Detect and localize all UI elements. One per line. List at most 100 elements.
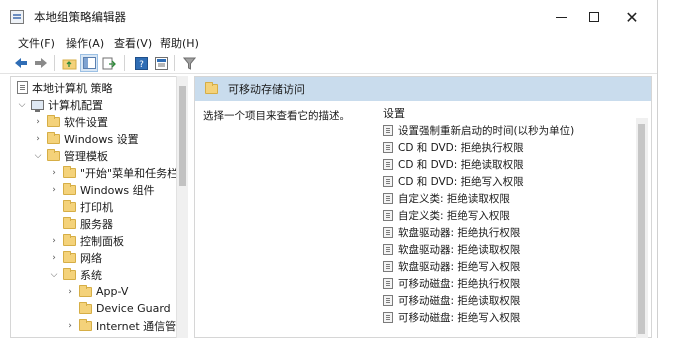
setting-row[interactable]: 可移动磁盘: 拒绝读取权限	[383, 292, 520, 309]
menu-help[interactable]: 帮助(H)	[160, 35, 199, 51]
folder-icon	[79, 301, 92, 314]
window-title: 本地组策略编辑器	[34, 10, 126, 24]
console-tree-icon	[82, 57, 96, 69]
filter-icon	[182, 57, 196, 70]
setting-icon	[383, 261, 393, 272]
chevron-right-icon[interactable]: ›	[49, 168, 59, 178]
tree-item-admin-templates[interactable]: ⌵ 管理模板	[33, 147, 108, 164]
folder-icon	[63, 182, 76, 195]
menu-view[interactable]: 查看(V)	[114, 35, 152, 51]
folder-icon	[63, 233, 76, 246]
toolbar-separator	[174, 55, 175, 71]
maximize-button[interactable]	[581, 6, 607, 28]
tree-scrollbar[interactable]	[176, 76, 188, 338]
setting-icon	[383, 312, 393, 323]
title-bar: 本地组策略编辑器 ✕	[0, 0, 657, 32]
setting-row[interactable]: 软盘驱动器: 拒绝写入权限	[383, 258, 520, 275]
setting-icon	[383, 193, 393, 204]
details-pane: 可移动存储访问 选择一个项目来查看它的描述。 设置 设置强制重新启动的时间(以秒…	[194, 76, 652, 338]
tree-item-internet-comm[interactable]: › Internet 通信管理	[65, 317, 187, 334]
back-button[interactable]	[12, 54, 30, 72]
setting-row[interactable]: 软盘驱动器: 拒绝读取权限	[383, 241, 520, 258]
filter-button[interactable]	[180, 54, 198, 72]
setting-label: 设置强制重新启动的时间(以秒为单位)	[398, 125, 575, 137]
chevron-right-icon[interactable]: ›	[65, 321, 75, 331]
chevron-down-icon[interactable]: ⌵	[33, 151, 43, 161]
tree-item-label: Internet 通信管理	[96, 319, 188, 333]
setting-row[interactable]: CD 和 DVD: 拒绝写入权限	[383, 173, 524, 190]
show-hide-tree-button[interactable]	[80, 54, 98, 72]
export-list-icon	[102, 57, 116, 69]
details-scrollbar[interactable]	[636, 118, 648, 338]
forward-button[interactable]	[32, 54, 50, 72]
tree-scrollbar-thumb[interactable]	[179, 86, 186, 186]
tree-item-windows-settings[interactable]: › Windows 设置	[33, 130, 139, 147]
folder-icon	[205, 82, 218, 94]
minimize-button[interactable]	[548, 6, 574, 28]
tree-item-label: Device Guard	[96, 302, 171, 315]
folder-icon	[79, 318, 92, 331]
setting-label: 自定义类: 拒绝写入权限	[398, 210, 510, 222]
setting-label: CD 和 DVD: 拒绝写入权限	[398, 176, 524, 188]
tree-item-network[interactable]: › 网络	[49, 249, 102, 266]
chevron-right-icon[interactable]: ›	[49, 185, 59, 195]
description-text: 选择一个项目来查看它的描述。	[203, 110, 350, 122]
tree-item-control-panel[interactable]: › 控制面板	[49, 232, 124, 249]
setting-row[interactable]: 可移动磁盘: 拒绝执行权限	[383, 275, 520, 292]
chevron-right-icon[interactable]: ›	[49, 253, 59, 263]
menu-action[interactable]: 操作(A)	[66, 35, 104, 51]
tree-item-printers[interactable]: 打印机	[49, 198, 113, 215]
toolbar: ?	[0, 52, 657, 74]
settings-column-header[interactable]: 设置	[383, 105, 405, 121]
properties-button[interactable]	[152, 54, 170, 72]
folder-up-icon	[62, 59, 76, 69]
tree-item-software-settings[interactable]: › 软件设置	[33, 113, 108, 130]
setting-row[interactable]: CD 和 DVD: 拒绝读取权限	[383, 156, 524, 173]
chevron-right-icon[interactable]: ›	[33, 134, 43, 144]
setting-icon	[383, 142, 393, 153]
tree-item-label: 服务器	[80, 217, 113, 231]
setting-row[interactable]: 可移动磁盘: 拒绝写入权限	[383, 309, 520, 326]
chevron-right-icon[interactable]: ›	[49, 236, 59, 246]
setting-row[interactable]: 设置强制重新启动的时间(以秒为单位)	[383, 122, 574, 139]
tree-item-label: App-V	[96, 285, 129, 298]
chevron-right-icon[interactable]: ›	[33, 117, 43, 127]
folder-icon	[63, 267, 76, 280]
toolbar-separator	[124, 55, 125, 71]
setting-row[interactable]: 自定义类: 拒绝写入权限	[383, 207, 510, 224]
chevron-down-icon[interactable]: ⌵	[49, 270, 59, 280]
chevron-right-icon[interactable]: ›	[65, 287, 75, 297]
tree-item-app-v[interactable]: › App-V	[65, 283, 128, 300]
tree-item-device-guard[interactable]: Device Guard	[65, 300, 171, 317]
details-scrollbar-thumb[interactable]	[638, 124, 645, 334]
menu-file[interactable]: 文件(F)	[18, 35, 55, 51]
setting-icon	[383, 159, 393, 170]
setting-row[interactable]: 软盘驱动器: 拒绝执行权限	[383, 224, 520, 241]
help-button[interactable]: ?	[132, 54, 150, 72]
up-folder-button[interactable]	[60, 54, 78, 72]
setting-row[interactable]: CD 和 DVD: 拒绝执行权限	[383, 139, 524, 156]
tree-item-local-policy[interactable]: 本地计算机 策略	[15, 79, 113, 96]
toolbar-separator	[54, 55, 55, 71]
folder-icon	[47, 114, 60, 127]
chevron-down-icon[interactable]: ⌵	[17, 100, 27, 110]
svg-text:?: ?	[139, 60, 144, 70]
tree-item-label: Windows 设置	[64, 132, 139, 146]
tree-item-windows-components[interactable]: › Windows 组件	[49, 181, 155, 198]
tree-item-server[interactable]: 服务器	[49, 215, 113, 232]
setting-row[interactable]: 自定义类: 拒绝读取权限	[383, 190, 510, 207]
tree-item-system[interactable]: ⌵ 系统	[49, 266, 102, 283]
app-icon	[10, 10, 24, 24]
tree-item-label: 本地计算机 策略	[32, 81, 113, 95]
tree-item-computer-config[interactable]: ⌵ 计算机配置	[17, 96, 103, 113]
close-button[interactable]: ✕	[619, 6, 645, 28]
export-list-button[interactable]	[100, 54, 118, 72]
current-path-label: 可移动存储访问	[228, 83, 305, 96]
setting-icon	[383, 176, 393, 187]
tree-item-label: 打印机	[80, 200, 113, 214]
folder-icon	[63, 199, 76, 212]
tree-item-start-menu[interactable]: › "开始"菜单和任务栏	[49, 164, 178, 181]
setting-label: 软盘驱动器: 拒绝执行权限	[398, 227, 521, 239]
setting-icon	[383, 227, 393, 238]
forward-arrow-icon	[35, 58, 47, 68]
